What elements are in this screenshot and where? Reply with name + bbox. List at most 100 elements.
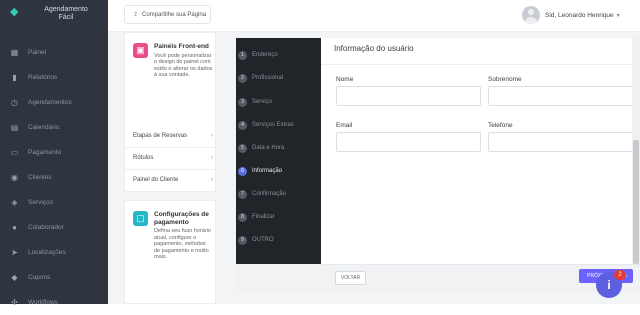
link-label: Etapas de Reservas xyxy=(133,133,188,139)
logo-icon: ◆ xyxy=(10,6,19,18)
steps-footer xyxy=(236,264,321,292)
step-label: Endereço xyxy=(252,52,278,58)
share-page-label: Compartilhe sua Página xyxy=(142,11,207,18)
name-input[interactable] xyxy=(336,86,481,106)
step-number: 8 xyxy=(238,212,247,222)
step-label: Informação xyxy=(252,168,283,174)
step-number: 3 xyxy=(238,97,247,107)
sidebar-item-pagamento[interactable]: ▭ Pagamento xyxy=(0,140,108,165)
sidebar-item-servicos[interactable]: ◈ Serviços xyxy=(0,190,108,215)
scrollbar-thumb[interactable] xyxy=(633,140,639,264)
brand-line1: Agendamento xyxy=(44,6,88,13)
surname-label: Sobrenome xyxy=(488,76,522,83)
customers-icon: ◉ xyxy=(11,173,18,182)
payment-feature[interactable]: ▢ Configurações de pagamento Defina seu … xyxy=(133,211,213,261)
phone-label: Telefone xyxy=(488,122,513,129)
services-icon: ◈ xyxy=(11,198,18,207)
email-input[interactable] xyxy=(336,132,481,152)
sidebar-item-painel[interactable]: ▦ Painel xyxy=(0,40,108,65)
workflow-icon: ✣ xyxy=(11,298,18,307)
sidebar-item-label: Cupons xyxy=(28,274,51,281)
step-servicos-extras[interactable]: 4 Serviços Extras xyxy=(238,118,294,132)
sidebar-item-relatorios[interactable]: ▮ Relatórios xyxy=(0,65,108,90)
step-label: Serviço xyxy=(252,99,273,105)
avatar xyxy=(522,6,540,24)
frontend-title: Painéis Front-end xyxy=(154,43,209,50)
form-title: Informação do usuário xyxy=(334,44,414,53)
frontend-feature[interactable]: ▣ Painéis Front-end Você pode personaliz… xyxy=(133,43,213,79)
step-data-hora[interactable]: 5 Data e Hora xyxy=(238,141,284,155)
link-label: Rótulos xyxy=(133,155,154,161)
link-booking-steps[interactable]: Etapas de Reservas › xyxy=(133,131,213,141)
step-number: 7 xyxy=(238,189,247,199)
frontend-panels-card: ▣ Painéis Front-end Você pode personaliz… xyxy=(124,32,217,192)
email-label: Email xyxy=(336,122,353,129)
payment-title: Configurações de pagamento xyxy=(154,211,209,226)
sidebar-item-calendario[interactable]: ▤ Calendário xyxy=(0,115,108,140)
coupon-icon: ◆ xyxy=(11,273,18,282)
sidebar-item-cupons[interactable]: ◆ Cupons xyxy=(0,265,108,290)
sidebar-item-agendamentos[interactable]: ◷ Agendamentos xyxy=(0,90,108,115)
sidebar-item-label: Relatórios xyxy=(28,74,58,81)
calendar-icon: ◷ xyxy=(11,98,18,107)
customer-info-form: Informação do usuário Nome Sobrenome Ema… xyxy=(321,38,640,264)
step-finalizar[interactable]: 8 Finalizar xyxy=(238,210,275,224)
sidebar-item-label: Pagamento xyxy=(28,149,62,156)
sidebar-item-clientes[interactable]: ◉ Clientes xyxy=(0,165,108,190)
sidebar-item-label: Serviços xyxy=(28,199,53,206)
surname-input[interactable] xyxy=(488,86,635,106)
sidebar-item-label: Workflows xyxy=(28,299,58,306)
chart-icon: ▮ xyxy=(12,73,17,82)
divider xyxy=(321,64,640,65)
notification-badge: 2 xyxy=(614,270,626,280)
app-brand[interactable]: ◆ Agendamento Fácil xyxy=(10,6,104,24)
dashboard-icon: ▦ xyxy=(10,48,19,57)
share-icon: ⇪ xyxy=(133,12,139,18)
sidebar-item-label: Colaborador xyxy=(28,224,64,231)
phone-input[interactable] xyxy=(488,132,635,152)
user-menu[interactable]: Sid, Leonardo Henrique ▾ xyxy=(522,5,620,25)
step-number: 2 xyxy=(238,73,247,83)
link-label: Painel do Cliente xyxy=(133,177,179,183)
step-confirmacao[interactable]: 7 Confirmação xyxy=(238,187,286,201)
step-informacao[interactable]: 6 Informação xyxy=(238,164,282,178)
back-button[interactable]: VOLTAR xyxy=(335,271,366,285)
sidebar-item-label: Localizações xyxy=(28,249,66,256)
settings-icon: ▢ xyxy=(133,211,148,226)
chevron-down-icon: ▾ xyxy=(616,12,620,19)
chevron-right-icon: › xyxy=(211,177,213,183)
brand-line2: Fácil xyxy=(58,14,74,21)
link-labels[interactable]: Rótulos › xyxy=(133,153,213,163)
step-label: Profissional xyxy=(252,75,284,81)
employee-icon: ● xyxy=(12,223,17,232)
name-label: Nome xyxy=(336,76,354,83)
sidebar-item-colaborador[interactable]: ● Colaborador xyxy=(0,215,108,240)
step-profissional[interactable]: 2 Profissional xyxy=(238,71,283,85)
user-name: Sid, Leonardo Henrique xyxy=(545,11,614,19)
link-customer-panel[interactable]: Painel do Cliente › xyxy=(133,175,213,185)
sidebar: ◆ Agendamento Fácil ▦ Painel ▮ Relatórios … xyxy=(0,0,108,307)
sidebar-nav: ▦ Painel ▮ Relatórios ◷ Agendamentos ▤ Calen… xyxy=(0,40,108,315)
step-label: Serviços Extras xyxy=(252,122,294,128)
step-label: Finalizar xyxy=(252,214,275,220)
step-outro[interactable]: 9 OUTRO xyxy=(238,233,274,247)
form-footer: VOLTAR PRÓXIMA ETAPA xyxy=(321,264,640,292)
step-endereco[interactable]: 1 Endereço xyxy=(238,48,278,62)
chevron-right-icon: › xyxy=(211,133,213,139)
payment-settings-card: ▢ Configurações de pagamento Defina seu … xyxy=(124,200,216,304)
share-page-button[interactable]: ⇪ Compartilhe sua Página xyxy=(124,5,211,24)
design-icon: ▣ xyxy=(133,43,148,58)
frontend-desc: Você pode personalizar o design do paine… xyxy=(154,52,213,79)
chevron-right-icon: › xyxy=(211,155,213,161)
sidebar-item-workflows[interactable]: ✣ Workflows xyxy=(0,290,108,315)
step-servico[interactable]: 3 Serviço xyxy=(238,95,272,109)
location-icon: ➤ xyxy=(11,248,18,257)
step-label: Data e Hora xyxy=(252,145,285,151)
sidebar-item-label: Calendário xyxy=(28,124,60,131)
step-number: 1 xyxy=(238,50,247,60)
step-label: OUTRO xyxy=(252,237,274,243)
sidebar-item-localizacoes[interactable]: ➤ Localizações xyxy=(0,240,108,265)
sidebar-item-label: Agendamentos xyxy=(28,99,72,106)
sidebar-item-label: Painel xyxy=(28,49,47,56)
booking-steps-panel: 1 Endereço 2 Profissional 3 Serviço 4 Serviç… xyxy=(236,38,321,264)
